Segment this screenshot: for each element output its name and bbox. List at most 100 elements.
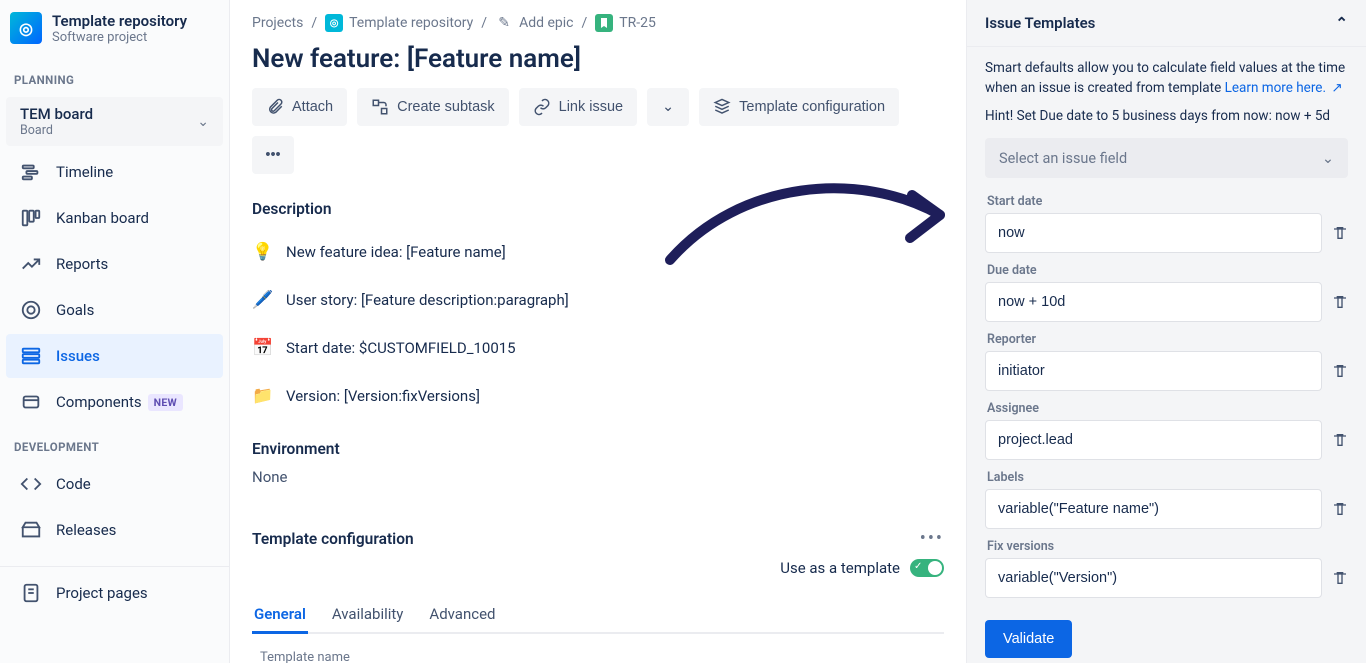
project-header: ◎ Template repository Software project	[0, 8, 229, 59]
sidebar-item-label: Issues	[56, 347, 100, 365]
field-label: Reporter	[987, 332, 1348, 347]
trash-icon[interactable]	[1332, 225, 1348, 241]
sidebar-item-components[interactable]: Components NEW	[6, 380, 223, 424]
section-planning-label: PLANNING	[0, 59, 229, 93]
sidebar-item-label: Project pages	[56, 584, 148, 602]
reports-icon	[20, 253, 42, 275]
link-issue-button[interactable]: Link issue	[519, 88, 637, 126]
trash-icon[interactable]	[1332, 432, 1348, 448]
description-line[interactable]: 📅 Start date: $CUSTOMFIELD_10015	[252, 338, 944, 358]
sidebar-item-label: Kanban board	[56, 209, 149, 227]
description-line[interactable]: 🖊️ User story: [Feature description:para…	[252, 290, 944, 310]
components-icon	[20, 391, 42, 413]
board-selector[interactable]: TEM board Board ⌄	[6, 97, 223, 146]
subtask-icon	[371, 98, 389, 116]
template-name-label: Template name	[260, 650, 944, 663]
arrow-annotation	[660, 160, 960, 280]
sidebar-item-reports[interactable]: Reports	[6, 242, 223, 286]
issue-toolbar: Attach Create subtask Link issue ⌄ Templ…	[252, 88, 944, 174]
field-label: Due date	[987, 263, 1348, 278]
breadcrumb-projects[interactable]: Projects	[252, 15, 303, 31]
more-icon: •••	[265, 147, 280, 163]
collapse-icon[interactable]: ⌃	[1335, 14, 1348, 32]
use-as-template-toggle[interactable]: ✓	[910, 559, 944, 577]
sidebar: ◎ Template repository Software project P…	[0, 0, 230, 663]
sidebar-item-code[interactable]: Code	[6, 462, 223, 506]
field-label: Fix versions	[987, 539, 1348, 554]
sidebar-item-goals[interactable]: Goals	[6, 288, 223, 332]
sidebar-item-label: Goals	[56, 301, 94, 319]
divider	[0, 566, 229, 567]
board-title: TEM board	[20, 105, 93, 123]
link-issue-dropdown[interactable]: ⌄	[647, 88, 689, 126]
field-row-assignee	[985, 420, 1348, 460]
sidebar-item-releases[interactable]: Releases	[6, 508, 223, 552]
more-actions-button[interactable]: •••	[252, 136, 294, 174]
breadcrumb-project[interactable]: ◎ Template repository	[325, 14, 473, 32]
template-config-heading: Template configuration	[252, 530, 414, 548]
sidebar-item-kanban[interactable]: Kanban board	[6, 196, 223, 240]
board-icon	[20, 207, 42, 229]
sidebar-item-timeline[interactable]: Timeline	[6, 150, 223, 194]
code-icon	[20, 473, 42, 495]
pen-icon: 🖊️	[252, 290, 274, 310]
trash-icon[interactable]	[1332, 294, 1348, 310]
tab-availability[interactable]: Availability	[330, 597, 406, 634]
create-subtask-button[interactable]: Create subtask	[357, 88, 509, 126]
select-issue-field[interactable]: Select an issue field ⌄	[985, 138, 1348, 178]
tab-general[interactable]: General	[252, 597, 308, 634]
sidebar-item-issues[interactable]: Issues	[6, 334, 223, 378]
sidebar-item-project-pages[interactable]: Project pages	[6, 571, 223, 615]
attach-button[interactable]: Attach	[252, 88, 347, 126]
learn-more-link[interactable]: Learn more here.	[1225, 80, 1326, 96]
sidebar-item-label: Timeline	[56, 163, 113, 181]
tab-advanced[interactable]: Advanced	[427, 597, 497, 634]
field-row-due-date	[985, 282, 1348, 322]
field-row-start-date	[985, 213, 1348, 253]
field-label: Labels	[987, 470, 1348, 485]
pages-icon	[20, 582, 42, 604]
pencil-icon: ✎	[495, 14, 513, 32]
folder-icon: 📁	[252, 386, 274, 406]
labels-input[interactable]	[985, 489, 1322, 529]
releases-icon	[20, 519, 42, 541]
use-as-template-label: Use as a template	[780, 559, 900, 577]
panel-title: Issue Templates	[985, 14, 1095, 32]
environment-value[interactable]: None	[252, 468, 944, 486]
issue-templates-panel: Issue Templates ⌃ Smart defaults allow y…	[966, 0, 1366, 663]
breadcrumb-issue[interactable]: TR-25	[595, 14, 656, 32]
sidebar-item-label: Releases	[56, 521, 116, 539]
field-row-labels	[985, 489, 1348, 529]
project-icon: ◎	[325, 14, 343, 32]
template-more-button[interactable]: •••	[920, 528, 944, 549]
template-configuration-button[interactable]: Template configuration	[699, 88, 899, 126]
main-content: Projects / ◎ Template repository / ✎ Add…	[230, 0, 966, 663]
due-date-input[interactable]	[985, 282, 1322, 322]
project-logo-icon: ◎	[10, 12, 42, 44]
description-line[interactable]: 📁 Version: [Version:fixVersions]	[252, 386, 944, 406]
assignee-input[interactable]	[985, 420, 1322, 460]
attach-icon	[266, 98, 284, 116]
panel-hint: Smart defaults allow you to calculate fi…	[985, 59, 1348, 98]
breadcrumb-epic[interactable]: ✎ Add epic	[495, 14, 573, 32]
trash-icon[interactable]	[1332, 363, 1348, 379]
sidebar-item-label: Code	[56, 475, 91, 493]
project-title: Template repository	[52, 12, 187, 30]
trash-icon[interactable]	[1332, 501, 1348, 517]
sidebar-item-label: Components	[56, 393, 142, 411]
trash-icon[interactable]	[1332, 570, 1348, 586]
template-icon	[713, 98, 731, 116]
breadcrumb: Projects / ◎ Template repository / ✎ Add…	[252, 14, 944, 32]
external-link-icon: ↗	[1331, 80, 1342, 96]
reporter-input[interactable]	[985, 351, 1322, 391]
fix-versions-input[interactable]	[985, 558, 1322, 598]
chevron-down-icon: ⌄	[1322, 150, 1334, 167]
panel-header: Issue Templates ⌃	[967, 0, 1366, 47]
validate-button[interactable]: Validate	[985, 620, 1072, 658]
panel-body: Smart defaults allow you to calculate fi…	[967, 47, 1366, 663]
issue-title[interactable]: New feature: [Feature name]	[252, 44, 944, 74]
start-date-input[interactable]	[985, 213, 1322, 253]
chevron-down-icon: ⌄	[197, 114, 209, 130]
description-line[interactable]: 💡 New feature idea: [Feature name]	[252, 242, 944, 262]
field-label: Assignee	[987, 401, 1348, 416]
